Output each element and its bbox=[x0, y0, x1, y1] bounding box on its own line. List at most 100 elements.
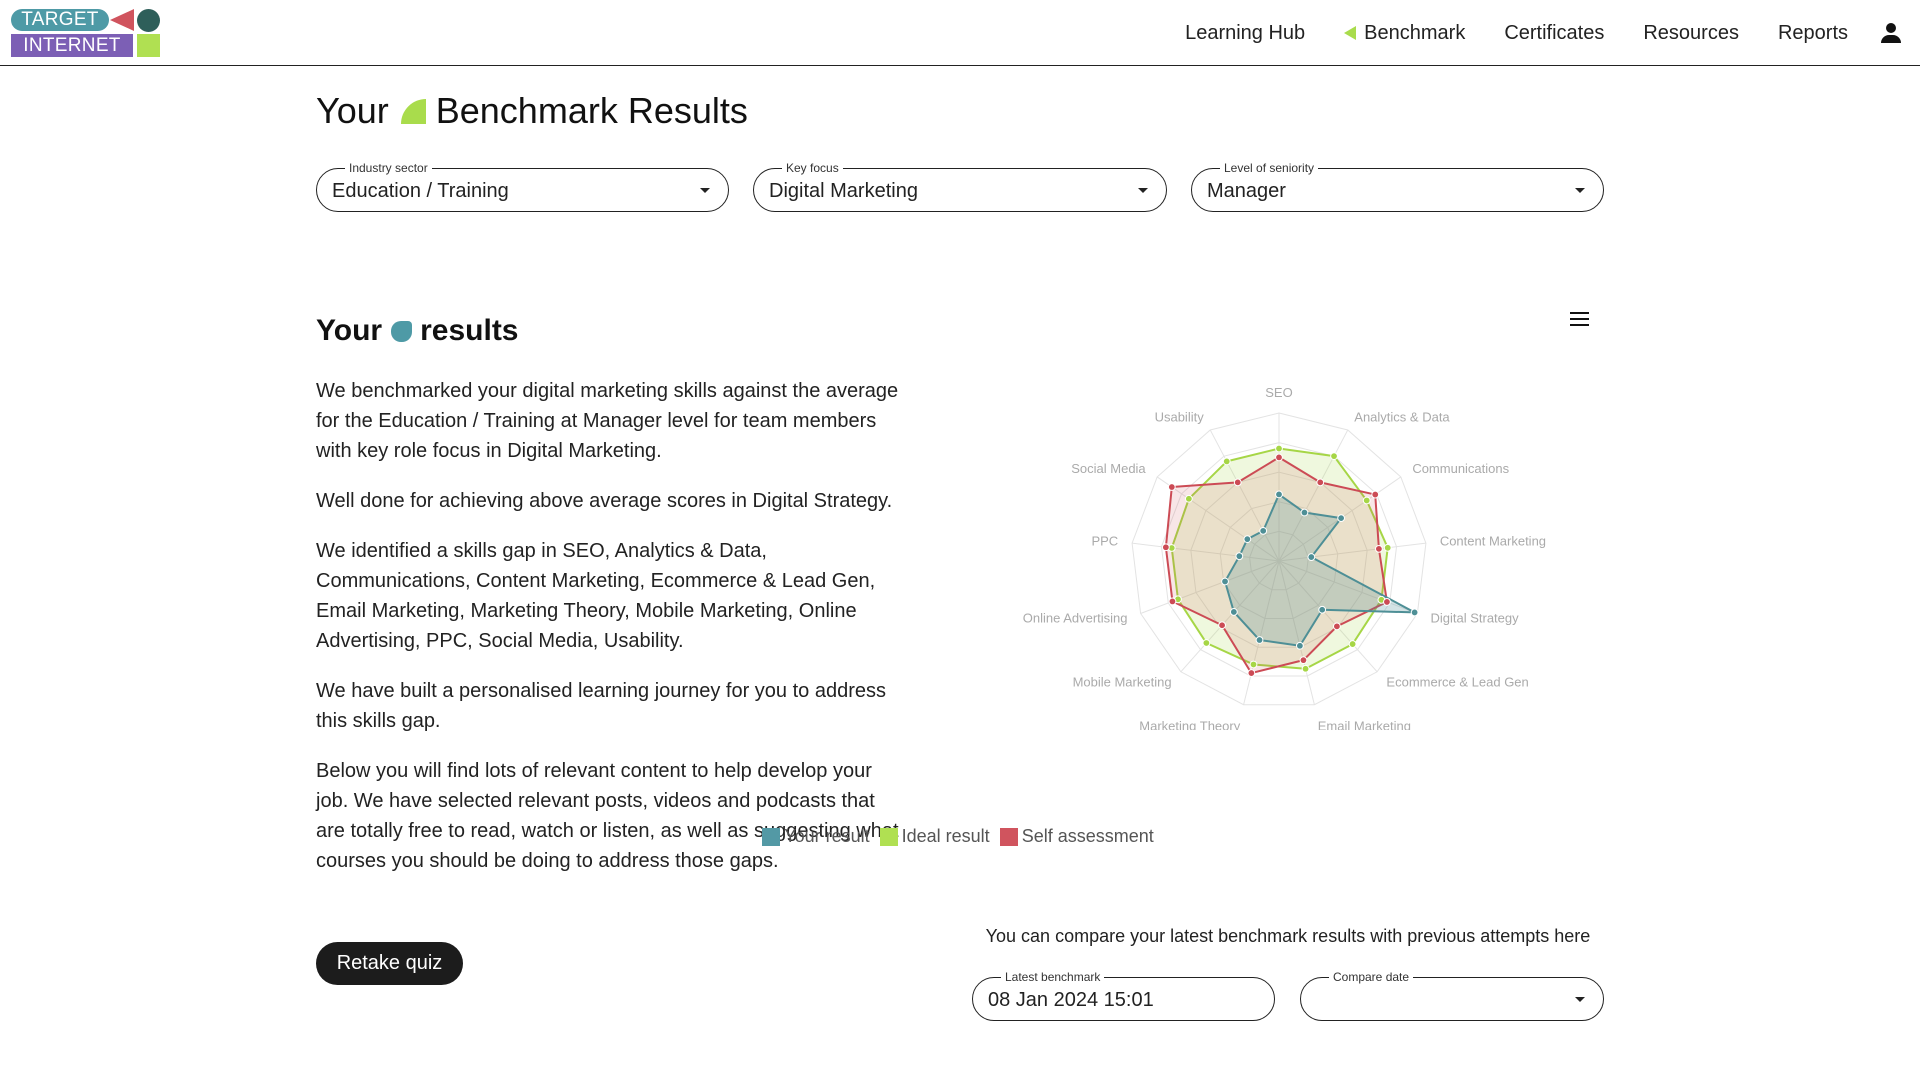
nav-certificates[interactable]: Certificates bbox=[1504, 22, 1604, 45]
data-point-your-result bbox=[1300, 508, 1309, 517]
data-point-your-result bbox=[1259, 526, 1268, 535]
latest-benchmark-field[interactable]: Latest benchmark 08 Jan 2024 15:01 bbox=[972, 970, 1275, 1021]
data-point-ideal-result bbox=[1222, 457, 1231, 466]
nav-benchmark[interactable]: Benchmark bbox=[1344, 22, 1465, 45]
data-point-your-result bbox=[1410, 608, 1419, 617]
data-point-ideal-result bbox=[1202, 639, 1211, 647]
data-point-self-assessment bbox=[1371, 490, 1380, 499]
results-heading: Your results bbox=[316, 314, 519, 348]
data-point-ideal-result bbox=[1383, 543, 1392, 552]
target-internet-logo[interactable]: TARGET INTERNET bbox=[11, 8, 161, 58]
axis-label: Social Media bbox=[1071, 461, 1146, 476]
chevron-down-icon bbox=[700, 188, 710, 193]
axis-label: Communications bbox=[1412, 461, 1509, 476]
chevron-down-icon bbox=[1138, 188, 1148, 193]
axis-label: Online Advertising bbox=[1023, 610, 1128, 625]
retake-quiz-button[interactable]: Retake quiz bbox=[316, 942, 463, 985]
data-point-ideal-result bbox=[1362, 496, 1371, 505]
axis-label: Usability bbox=[1155, 410, 1205, 425]
nav-label: Benchmark bbox=[1364, 21, 1466, 44]
results-paragraph: Well done for achieving above average sc… bbox=[316, 490, 893, 512]
chevron-down-icon bbox=[1575, 188, 1585, 193]
data-point-ideal-result bbox=[1184, 494, 1193, 503]
green-leaf-icon bbox=[400, 98, 426, 124]
page-title-prefix: Your bbox=[316, 90, 389, 131]
results-paragraph: We identified a skills gap in SEO, Analy… bbox=[316, 540, 876, 652]
hamburger-menu-icon[interactable] bbox=[1570, 311, 1590, 327]
logo-triangle-icon bbox=[110, 9, 134, 31]
axis-label: Ecommerce & Lead Gen bbox=[1386, 674, 1528, 689]
chart-legend: Your result Ideal result Self assessment bbox=[0, 826, 1920, 847]
data-point-ideal-result bbox=[1275, 444, 1283, 453]
axis-label: Digital Strategy bbox=[1430, 610, 1519, 625]
data-point-self-assessment bbox=[1299, 656, 1308, 665]
legend-label: Ideal result bbox=[901, 826, 990, 846]
axis-label: Marketing Theory bbox=[1139, 718, 1240, 730]
data-point-self-assessment bbox=[1168, 597, 1177, 606]
results-paragraph: We benchmarked your digital marketing sk… bbox=[316, 380, 899, 462]
seniority-label: Level of seniority bbox=[1220, 161, 1319, 175]
page-title-suffix: Benchmark Results bbox=[435, 90, 748, 131]
data-point-ideal-result bbox=[1249, 660, 1258, 669]
key-focus-select[interactable]: Key focus Digital Marketing bbox=[753, 161, 1167, 212]
axis-label: Email Marketing bbox=[1318, 718, 1411, 730]
legend-label: Your result bbox=[784, 826, 870, 846]
data-point-ideal-result bbox=[1301, 664, 1310, 673]
page-title: Your Benchmark Results bbox=[316, 90, 748, 132]
data-point-your-result bbox=[1307, 553, 1316, 561]
axis-label: SEO bbox=[1265, 385, 1292, 400]
data-point-your-result bbox=[1337, 514, 1346, 523]
legend-ideal-result[interactable]: Ideal result bbox=[879, 826, 990, 847]
industry-sector-label: Industry sector bbox=[345, 161, 432, 175]
data-point-ideal-result bbox=[1330, 452, 1338, 461]
seniority-select[interactable]: Level of seniority Manager bbox=[1191, 161, 1604, 212]
results-paragraph: We have built a personalised learning jo… bbox=[316, 680, 886, 732]
nav-learning-hub[interactable]: Learning Hub bbox=[1185, 22, 1305, 45]
radar-series bbox=[1161, 444, 1419, 677]
main-nav: Learning Hub Benchmark Certificates Reso… bbox=[1185, 0, 1920, 66]
industry-sector-select[interactable]: Industry sector Education / Training bbox=[316, 161, 729, 212]
legend-swatch-self-assessment bbox=[999, 827, 1018, 846]
logo-square-icon bbox=[137, 34, 160, 57]
seniority-value: Manager bbox=[1207, 180, 1286, 202]
results-description: We benchmarked your digital marketing sk… bbox=[316, 376, 906, 896]
data-point-your-result bbox=[1229, 608, 1238, 616]
logo-text-internet: INTERNET bbox=[11, 34, 133, 57]
data-point-self-assessment bbox=[1375, 544, 1383, 553]
compare-date-label: Compare date bbox=[1329, 970, 1414, 984]
latest-benchmark-value: 08 Jan 2024 15:01 bbox=[988, 989, 1154, 1011]
legend-self-assessment[interactable]: Self assessment bbox=[999, 826, 1154, 847]
data-point-ideal-result bbox=[1348, 640, 1357, 648]
chevron-down-icon bbox=[1575, 997, 1585, 1002]
top-navigation-bar: TARGET INTERNET Learning Hub Benchmark C… bbox=[0, 0, 1920, 66]
data-point-self-assessment bbox=[1275, 453, 1283, 462]
data-point-self-assessment bbox=[1167, 483, 1176, 491]
latest-benchmark-label: Latest benchmark bbox=[1001, 970, 1105, 984]
axis-label: Content Marketing bbox=[1440, 533, 1546, 548]
nav-label: Certificates bbox=[1504, 21, 1605, 44]
legend-label: Self assessment bbox=[1021, 826, 1154, 846]
legend-your-result[interactable]: Your result bbox=[762, 826, 870, 847]
person-icon[interactable] bbox=[1879, 21, 1903, 45]
nav-reports[interactable]: Reports bbox=[1778, 22, 1848, 45]
logo-circle-icon bbox=[137, 9, 160, 32]
data-point-self-assessment bbox=[1233, 478, 1242, 487]
compare-instructions: You can compare your latest benchmark re… bbox=[985, 926, 1591, 946]
data-point-self-assessment bbox=[1161, 543, 1170, 552]
data-point-self-assessment bbox=[1333, 622, 1341, 631]
nav-label: Resources bbox=[1643, 21, 1739, 44]
data-point-your-result bbox=[1255, 636, 1264, 644]
axis-label: PPC bbox=[1091, 533, 1118, 548]
data-point-your-result bbox=[1318, 605, 1327, 614]
compare-date-select[interactable]: Compare date bbox=[1300, 970, 1604, 1021]
key-focus-label: Key focus bbox=[782, 161, 843, 175]
active-arrow-icon bbox=[1344, 26, 1357, 40]
radar-chart: SEO Analytics & Data Communications Content… bbox=[1023, 385, 1546, 730]
data-point-self-assessment bbox=[1247, 669, 1256, 677]
data-point-your-result bbox=[1235, 552, 1244, 561]
nav-label: Reports bbox=[1777, 21, 1848, 44]
nav-resources[interactable]: Resources bbox=[1643, 22, 1739, 45]
industry-sector-value: Education / Training bbox=[332, 180, 509, 202]
results-heading-suffix: results bbox=[420, 314, 519, 347]
data-point-your-result bbox=[1275, 490, 1283, 499]
